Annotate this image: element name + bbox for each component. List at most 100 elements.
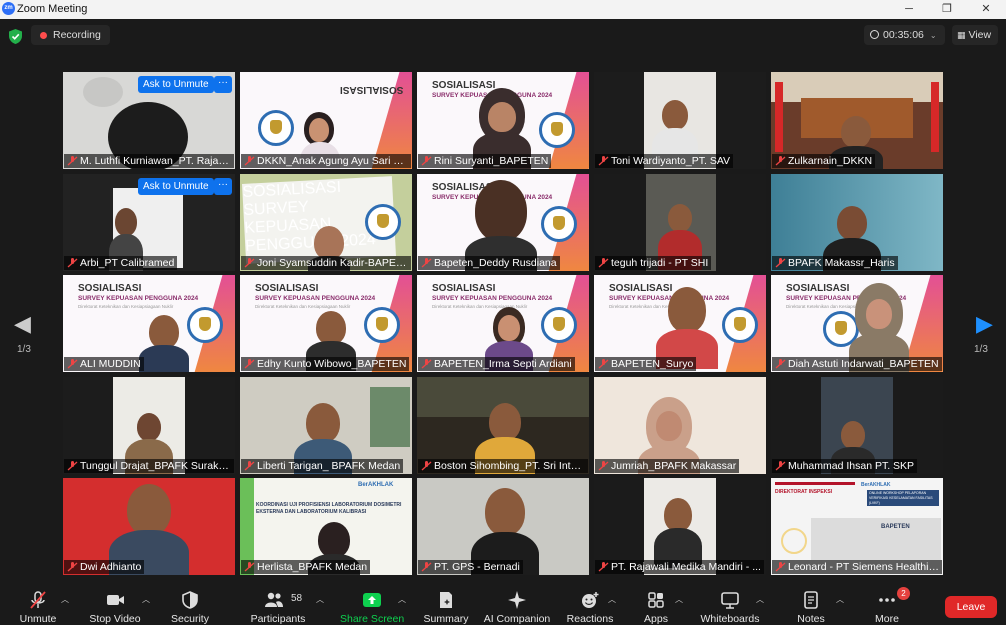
encryption-shield-icon[interactable] (7, 28, 24, 45)
participant-tile-active-speaker[interactable]: SOSIALISASI SURVEY KEPUASAN PENGGUNA 202… (417, 174, 589, 271)
participant-tile[interactable]: SOSIALISASI SURVEY KEPUASAN PENGGUNA 202… (417, 72, 589, 169)
participant-tile[interactable]: Zulkarnain_DKKN (771, 72, 943, 169)
participant-name: Tunggul Drajat_BPAFK Surakarta (64, 459, 234, 473)
muted-mic-icon (421, 461, 432, 471)
slide-title: SOSIALISASI (432, 80, 496, 91)
participant-tile[interactable]: Jumriah_BPAFK Makassar (594, 377, 766, 474)
previous-page-icon[interactable]: ◀ (14, 311, 31, 337)
ai-companion-label: AI Companion (483, 613, 551, 625)
whiteboards-options-caret-icon[interactable]: ︿ (756, 594, 764, 605)
bapeten-seal-icon (541, 206, 577, 242)
slide-subtext: Direktorat Keteknikan dan Kesiapsiagaan … (255, 304, 351, 309)
participant-tile[interactable]: SOSIALISASI SURVEY KEPUASAN PENGGUNA 202… (594, 275, 766, 372)
audio-options-caret-icon[interactable]: ︿ (61, 594, 69, 605)
tile-more-button[interactable]: ··· (214, 178, 232, 195)
participant-tile[interactable]: SOSIALISASI SURVEY KEPUASAN PENGGUNA 202… (63, 275, 235, 372)
chevron-down-icon: ⌄ (929, 31, 937, 40)
participant-name: Diah Astuti Indarwati_BAPETEN (772, 357, 942, 371)
participant-name: Bapeten_Deddy Rusdiana (418, 256, 560, 270)
participant-tile[interactable]: Muhammad Ihsan PT. SKP (771, 377, 943, 474)
reactions-options-caret-icon[interactable]: ︿ (608, 594, 616, 605)
shared-slide: DIREKTORAT INSPEKSI (775, 482, 855, 522)
window-title: Zoom Meeting (17, 3, 88, 15)
more-dots-icon (879, 598, 895, 602)
participant-name: Jumriah_BPAFK Makassar (595, 459, 740, 473)
participant-tile[interactable]: SOSIALISASI DKKN_Anak Agung Ayu Sari Tri… (240, 72, 412, 169)
meeting-timer[interactable]: 00:35:06 ⌄ (864, 25, 945, 45)
bapeten-seal-icon (364, 307, 400, 343)
recording-indicator[interactable]: Recording (31, 25, 110, 45)
notes-options-caret-icon[interactable]: ︿ (836, 594, 844, 605)
muted-mic-icon (598, 258, 609, 268)
participant-tile[interactable]: Toni Wardiyanto_PT. SAV (594, 72, 766, 169)
participant-name: Zulkarnain_DKKN (772, 154, 876, 168)
muted-mic-icon (67, 258, 78, 268)
participant-tile[interactable]: PT. GPS - Bernadi (417, 478, 589, 575)
ai-companion-button[interactable]: AI Companion (480, 588, 554, 625)
participant-tile[interactable]: SOSIALISASI SURVEY KEPUASAN PENGGUNA 202… (240, 275, 412, 372)
leave-button[interactable]: Leave (945, 596, 997, 618)
tile-more-button[interactable]: ··· (214, 76, 232, 93)
apps-label: Apps (644, 613, 668, 625)
participant-tile[interactable]: Liberti Tarigan_ BPAFK Medan (240, 377, 412, 474)
participants-options-caret-icon[interactable]: ︿ (316, 594, 324, 605)
slide-subtext: Direktorat Keteknikan dan Kesiapsiagaan … (78, 304, 174, 309)
close-icon[interactable]: ✕ (966, 1, 1006, 18)
participants-button[interactable]: 58 Participants (244, 588, 312, 625)
minimize-icon[interactable]: ─ (889, 1, 929, 18)
muted-mic-icon (67, 156, 78, 166)
meeting-topbar: Recording 00:35:06 ⌄ ▦ View (0, 19, 1006, 51)
ask-to-unmute-button[interactable]: Ask to Unmute (138, 76, 214, 93)
participant-tile[interactable]: Tunggul Drajat_BPAFK Surakarta (63, 377, 235, 474)
notes-button[interactable]: Notes (779, 588, 843, 625)
participant-name: Joni Syamsuddin Kadir-BAPETEN (241, 256, 411, 270)
participant-name: DKKN_Anak Agung Ayu Sari Tri... (241, 154, 411, 168)
summary-button[interactable]: Summary (414, 588, 478, 625)
muted-mic-icon (775, 156, 786, 166)
security-label: Security (171, 613, 209, 625)
participant-tile[interactable]: teguh trijadi - PT SHI (594, 174, 766, 271)
share-screen-button[interactable]: Share Screen (340, 588, 404, 625)
muted-mic-icon (421, 562, 432, 572)
ai-sparkle-icon (508, 591, 526, 609)
view-button[interactable]: ▦ View (952, 25, 998, 45)
maximize-icon[interactable]: ❐ (927, 1, 967, 18)
participant-tile[interactable]: SOSIALISASI SURVEY KEPUASAN PENGGUNA 202… (771, 275, 943, 372)
participant-tile[interactable]: SOSIALISASI SURVEY KEPUASAN PENGGUNA 202… (240, 174, 412, 271)
participant-tile[interactable]: Dwi Adhianto (63, 478, 235, 575)
participant-name: Dwi Adhianto (64, 560, 145, 574)
participant-tile[interactable]: SOSIALISASI SURVEY KEPUASAN PENGGUNA 202… (417, 275, 589, 372)
security-button[interactable]: Security (158, 588, 222, 625)
slide-title: KOORDINASI UJI PROFISIENSI LABORATORIUM … (256, 502, 402, 515)
participant-tile[interactable]: BPAFK Makassr_Haris (771, 174, 943, 271)
participant-video (370, 387, 410, 447)
slide-title: SOSIALISASI (78, 283, 142, 294)
participant-tile[interactable]: DIREKTORAT INSPEKSI BerAKHLAK ONLINE WOR… (771, 478, 943, 575)
video-options-caret-icon[interactable]: ︿ (142, 594, 150, 605)
participant-name: BAPETEN_Irma Septi Ardiani (418, 357, 575, 371)
next-page-icon[interactable]: ▶ (976, 311, 993, 337)
apps-grid-icon (648, 592, 664, 608)
participant-tile[interactable]: Boston Sihombing_PT. Sri Intan ... (417, 377, 589, 474)
slide-subtitle: SURVEY KEPUASAN PENGGUNA 2024 (78, 295, 199, 302)
participant-name: Leonard - PT Siemens Healthin... (772, 560, 942, 574)
window-titlebar: zm Zoom Meeting ─ ❐ ✕ (0, 0, 1006, 19)
muted-mic-icon (775, 258, 786, 268)
participant-name: Arbi_PT Calibramed (64, 256, 178, 270)
muted-mic-icon (598, 461, 609, 471)
share-options-caret-icon[interactable]: ︿ (398, 594, 406, 605)
apps-options-caret-icon[interactable]: ︿ (675, 594, 683, 605)
slide-title: SOSIALISASI (786, 283, 850, 294)
slide-title: DIREKTORAT INSPEKSI (775, 489, 833, 495)
muted-mic-icon (67, 562, 78, 572)
slide-title: SOSIALISASI (432, 283, 496, 294)
slide-subtitle: SURVEY KEPUASAN PENGGUNA 2024 (255, 295, 376, 302)
participant-tile[interactable]: PT. Rajawali Medika Mandiri - ... (594, 478, 766, 575)
bapeten-seal-icon (187, 307, 223, 343)
participant-name: PT. Rajawali Medika Mandiri - ... (595, 560, 764, 574)
muted-mic-icon (244, 258, 255, 268)
participant-tile[interactable]: KOORDINASI UJI PROFISIENSI LABORATORIUM … (240, 478, 412, 575)
participant-name: Boston Sihombing_PT. Sri Intan ... (418, 459, 588, 473)
ask-to-unmute-button[interactable]: Ask to Unmute (138, 178, 214, 195)
stop-video-button[interactable]: Stop Video (83, 588, 147, 625)
